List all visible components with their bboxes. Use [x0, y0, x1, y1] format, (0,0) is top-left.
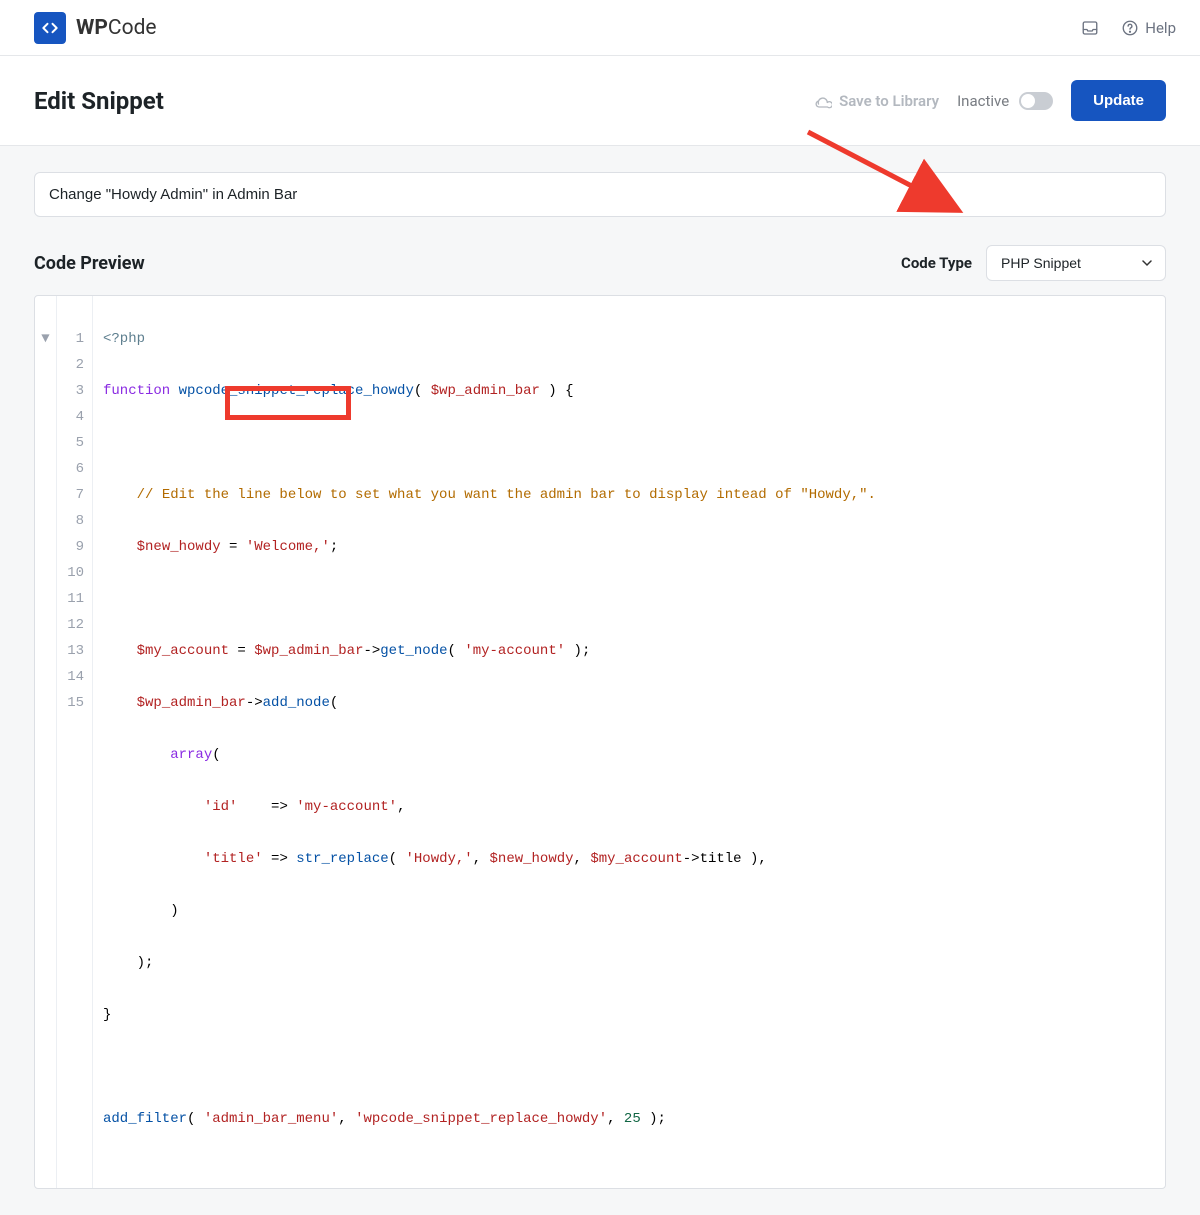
logo[interactable]: WPCode [34, 12, 157, 44]
page-title: Edit Snippet [34, 87, 164, 115]
help-button[interactable]: Help [1121, 19, 1176, 37]
title-row: Edit Snippet Save to Library Inactive Up… [0, 56, 1200, 146]
save-to-library-label: Save to Library [839, 92, 939, 110]
logo-text: WPCode [76, 16, 157, 40]
active-toggle[interactable] [1019, 92, 1053, 110]
line-number-gutter: 12345678 9101112131415 [57, 296, 93, 1188]
save-to-library-button[interactable]: Save to Library [814, 92, 939, 110]
fold-gutter: ▼ [35, 296, 57, 1188]
snippet-name-input[interactable] [34, 172, 1166, 217]
code-pane[interactable]: <?php function wpcode_snippet_replace_ho… [93, 296, 1165, 1188]
update-button[interactable]: Update [1071, 80, 1166, 121]
code-editor[interactable]: ▼ 12345678 9101112131415 <?php function … [34, 295, 1166, 1189]
help-label: Help [1145, 19, 1176, 37]
inbox-button[interactable] [1081, 19, 1099, 37]
code-type-select[interactable]: PHP Snippet [986, 245, 1166, 281]
logo-mark-icon [34, 12, 66, 44]
active-toggle-group: Inactive [957, 92, 1053, 110]
code-type-label: Code Type [901, 254, 972, 272]
top-bar: WPCode Help [0, 0, 1200, 56]
toggle-state-label: Inactive [957, 92, 1009, 110]
content-area: Code Preview Code Type PHP Snippet ▼ 123… [0, 146, 1200, 1215]
code-preview-heading: Code Preview [34, 253, 145, 274]
